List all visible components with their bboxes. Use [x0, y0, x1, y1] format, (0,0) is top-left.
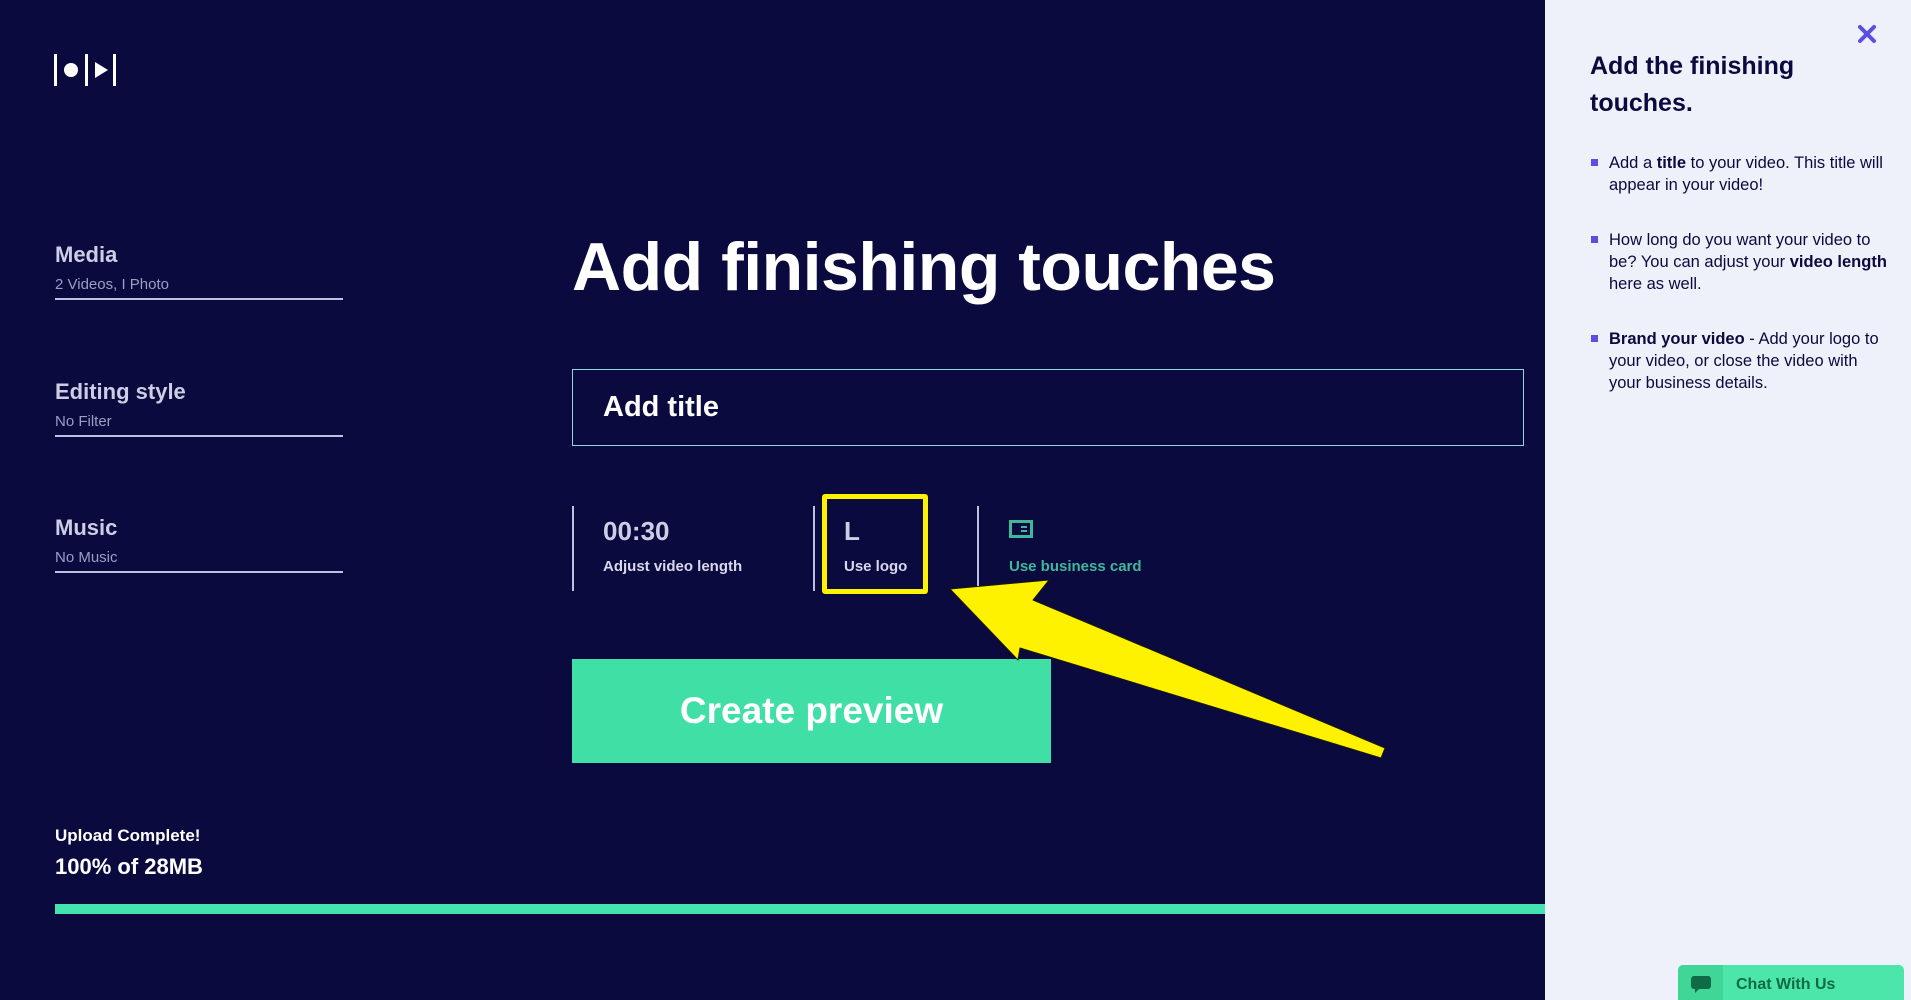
use-business-card-option[interactable]: Use business card: [1009, 506, 1169, 591]
adjust-video-length-option[interactable]: 00:30 Adjust video length: [603, 506, 803, 591]
use-business-card-label: Use business card: [1009, 558, 1142, 575]
option-divider: [572, 506, 574, 591]
main-area: Media 2 Videos, I Photo Editing style No…: [0, 0, 1545, 1000]
step-title: Music: [55, 515, 118, 540]
close-panel-button[interactable]: [1855, 22, 1879, 46]
close-icon: [1858, 25, 1876, 43]
use-logo-label: Use logo: [844, 558, 908, 575]
create-preview-button[interactable]: Create preview: [572, 659, 1051, 763]
tip-item: Brand your video - Add your logo to your…: [1590, 328, 1890, 394]
step-title: Editing style: [55, 379, 186, 404]
upload-progress-bar: [55, 904, 1545, 914]
step-media[interactable]: Media 2 Videos, I Photo: [55, 242, 343, 300]
tip-emphasis: video length: [1789, 253, 1887, 271]
chat-bubble-icon: [1690, 976, 1711, 993]
option-divider: [977, 506, 979, 591]
step-music[interactable]: Music No Music: [55, 515, 343, 573]
logo-bar-icon: [54, 54, 57, 86]
tip-text: Add a: [1609, 154, 1657, 172]
panel-title: Add the finishing touches.: [1590, 52, 1795, 117]
tip-emphasis: title: [1656, 154, 1687, 172]
tip-text: here as well.: [1609, 275, 1702, 293]
use-logo-option[interactable]: L Use logo: [827, 506, 923, 591]
tips-list: Add a title to your video. This title wi…: [1590, 152, 1890, 427]
video-title-input[interactable]: [572, 369, 1524, 446]
business-card-icon: [1009, 520, 1033, 538]
tip-item: How long do you want your video to be? Y…: [1590, 229, 1890, 295]
step-subtitle: No Music: [55, 549, 118, 566]
play-icon: [95, 62, 108, 78]
help-panel: Add the finishing touches. Add a title t…: [1545, 0, 1911, 1000]
logo-letter-icon: L: [844, 516, 860, 546]
chat-label: Chat With Us: [1736, 976, 1836, 993]
upload-status-text: Upload Complete!: [55, 826, 201, 845]
chat-with-us-button[interactable]: Chat With Us: [1678, 965, 1904, 1000]
tip-emphasis: Brand your video: [1609, 330, 1745, 348]
step-subtitle: No Filter: [55, 413, 112, 430]
logo-bar-icon: [113, 54, 116, 86]
step-editing-style[interactable]: Editing style No Filter: [55, 379, 343, 437]
app-logo[interactable]: [54, 54, 116, 86]
option-divider: [813, 506, 815, 591]
step-subtitle: 2 Videos, I Photo: [55, 276, 169, 293]
upload-progress-fill: [55, 904, 1545, 914]
record-dot-icon: [64, 63, 78, 77]
upload-status: Upload Complete! 100% of 28MB: [55, 826, 203, 880]
page-title: Add finishing touches: [572, 229, 1276, 305]
video-length-label: Adjust video length: [603, 558, 743, 575]
logo-bar-icon: [85, 54, 88, 86]
video-length-value: 00:30: [603, 516, 670, 546]
tip-item: Add a title to your video. This title wi…: [1590, 152, 1890, 196]
annotation-arrow-icon: [949, 579, 1386, 759]
upload-amount-text: 100% of 28MB: [55, 854, 203, 879]
step-title: Media: [55, 242, 118, 267]
chat-icon-container: [1678, 965, 1723, 1000]
